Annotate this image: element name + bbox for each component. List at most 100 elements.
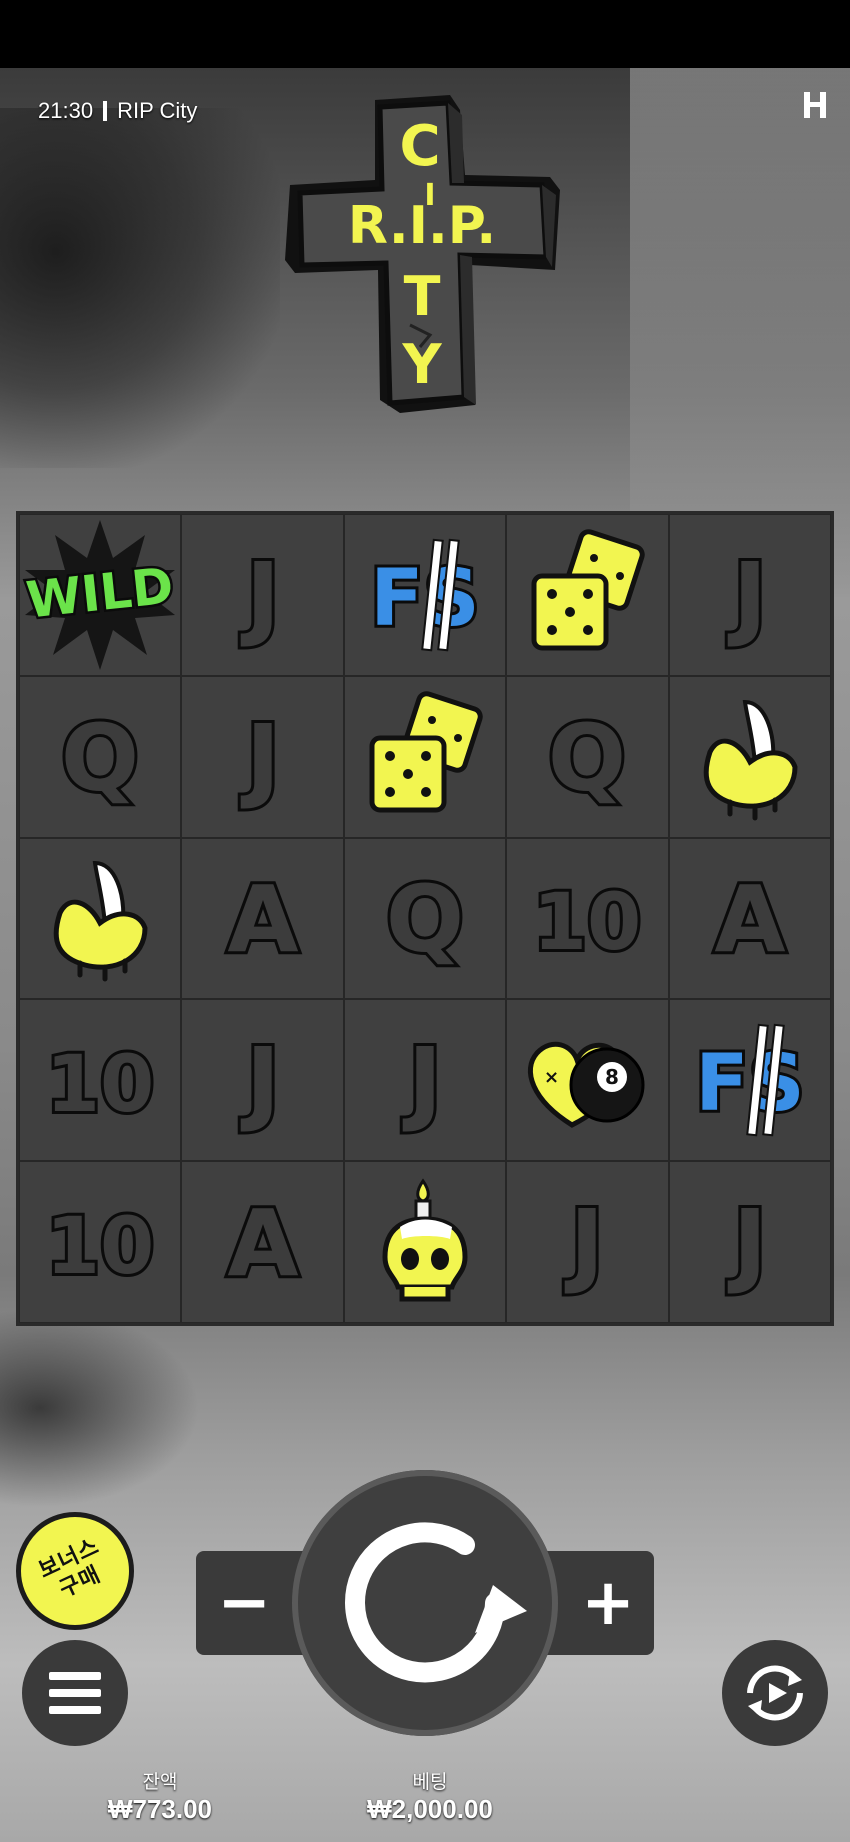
j-symbol-icon: J xyxy=(236,702,282,815)
autoplay-icon xyxy=(747,1665,803,1721)
skull-candle-symbol-icon xyxy=(382,1178,468,1302)
reel-cell: Q xyxy=(506,675,669,838)
clock: 21:30 xyxy=(38,98,94,123)
banana-symbol-icon xyxy=(53,861,148,982)
reel-cell: J xyxy=(181,514,344,676)
ten-symbol-icon: 10 xyxy=(43,1037,158,1133)
a-symbol-icon: A xyxy=(711,863,788,976)
rip-city-cross-logo: C R.I.P. I T Y xyxy=(285,95,560,413)
free-spins-symbol-icon: FS xyxy=(367,538,483,652)
spin-button[interactable] xyxy=(292,1470,558,1736)
dice-symbol-icon xyxy=(369,690,483,813)
reel-cell: Q xyxy=(343,837,507,1000)
svg-text:×: × xyxy=(544,1067,559,1088)
hacksaw-logo-icon xyxy=(804,92,826,118)
a-symbol-icon: A xyxy=(224,863,301,976)
decrease-bet-button[interactable]: − xyxy=(196,1551,292,1655)
q-symbol-icon: Q xyxy=(383,863,467,976)
free-spins-symbol-icon: FS xyxy=(692,1024,808,1137)
increase-bet-button[interactable]: + xyxy=(560,1551,656,1655)
reel-cell: 10 xyxy=(506,837,669,1000)
reel-cell: A xyxy=(668,837,831,1000)
svg-text:A: A xyxy=(227,1190,298,1297)
bonus-buy-button[interactable]: 보너스 구매 xyxy=(16,1512,134,1630)
logo-rip-text: R.I.P. xyxy=(348,196,496,256)
svg-text:J: J xyxy=(239,543,279,650)
wild-symbol-icon: WILD xyxy=(21,519,179,670)
reel-cell xyxy=(506,514,669,676)
reel-cell: FS xyxy=(343,514,507,676)
bet-display: 베팅 ₩2,000.00 xyxy=(330,1772,530,1824)
svg-text:J: J xyxy=(564,1190,604,1297)
reel-cell: FS xyxy=(668,999,831,1162)
spin-arrow-icon xyxy=(345,1522,527,1683)
reel-cell: A xyxy=(181,1161,344,1323)
autoplay-button[interactable] xyxy=(722,1640,828,1746)
svg-text:8: 8 xyxy=(605,1065,619,1089)
q-symbol-icon: Q xyxy=(545,702,629,815)
a-symbol-icon: A xyxy=(224,1187,301,1300)
svg-text:Q: Q xyxy=(548,705,626,812)
menu-button[interactable] xyxy=(22,1640,128,1746)
ten-symbol-icon: 10 xyxy=(530,875,645,971)
svg-text:A: A xyxy=(714,866,785,973)
svg-text:Q: Q xyxy=(61,705,139,812)
bet-label: 베팅 xyxy=(412,1772,448,1793)
heart-8ball-symbol-icon: × 8 xyxy=(528,1042,645,1129)
balance-label: 잔액 xyxy=(142,1772,178,1793)
q-symbol-icon: Q xyxy=(58,702,142,815)
svg-text:10: 10 xyxy=(46,1040,155,1130)
reel-cell: J xyxy=(343,999,507,1162)
reel-cell: J xyxy=(506,1161,669,1323)
svg-text:J: J xyxy=(239,705,279,812)
status-bar: 21:30 RIP City xyxy=(38,98,197,124)
controls-panel: − + 보너스 구매 xyxy=(0,1460,850,1746)
svg-text:J: J xyxy=(727,1190,767,1297)
svg-text:WILD: WILD xyxy=(24,556,176,629)
svg-text:J: J xyxy=(239,1028,279,1135)
j-symbol-icon: J xyxy=(561,1187,607,1300)
reel-cell: Q xyxy=(19,675,182,838)
reel-cell: A xyxy=(181,837,344,1000)
logo-letter-c: C xyxy=(399,114,440,179)
reel-cell: WILD xyxy=(19,514,182,676)
banana-symbol-icon xyxy=(703,699,798,821)
logo-letter-i: I xyxy=(424,178,435,213)
svg-text:10: 10 xyxy=(46,1202,155,1292)
reel-cell xyxy=(19,837,182,1000)
reel-cell xyxy=(668,675,831,838)
separator xyxy=(103,101,108,121)
reel-cell: × 8 xyxy=(506,999,669,1162)
svg-text:A: A xyxy=(227,866,298,973)
logo-letter-t: T xyxy=(404,265,441,328)
ten-symbol-icon: 10 xyxy=(43,1199,158,1295)
reel-cell: J xyxy=(181,675,344,838)
reel-grid: WILD J FS J Q J Q A Q 10 A 10 J J × 8 FS… xyxy=(16,511,834,1326)
j-symbol-icon: J xyxy=(724,1187,770,1300)
dice-symbol-icon xyxy=(531,529,646,651)
svg-text:J: J xyxy=(727,543,767,650)
j-symbol-icon: J xyxy=(236,1025,282,1138)
balance-display: 잔액 ₩773.00 xyxy=(80,1772,240,1824)
svg-text:Q: Q xyxy=(386,866,464,973)
plus-icon: + xyxy=(581,1566,635,1640)
balance-value: ₩773.00 xyxy=(107,1794,213,1824)
reel-cell: 10 xyxy=(19,999,182,1162)
reel-cell xyxy=(343,1161,507,1323)
reel-cell: J xyxy=(181,999,344,1162)
footer-info: 잔액 ₩773.00 베팅 ₩2,000.00 xyxy=(0,1772,850,1842)
reel-cell: J xyxy=(668,1161,831,1323)
stair-shadow xyxy=(0,108,280,468)
bet-value: ₩2,000.00 xyxy=(367,1794,493,1824)
minus-icon: − xyxy=(217,1566,271,1640)
j-symbol-icon: J xyxy=(399,1025,445,1138)
hamburger-menu-icon xyxy=(49,1672,101,1714)
svg-text:10: 10 xyxy=(533,878,642,968)
svg-text:J: J xyxy=(402,1028,442,1135)
window-wall xyxy=(630,68,850,588)
bonus-buy-label: 보너스 구매 xyxy=(35,1533,105,1603)
game-title: RIP City xyxy=(117,98,198,123)
reel-cell xyxy=(343,675,507,838)
reel-cell: J xyxy=(668,514,831,676)
j-symbol-icon: J xyxy=(724,540,770,653)
